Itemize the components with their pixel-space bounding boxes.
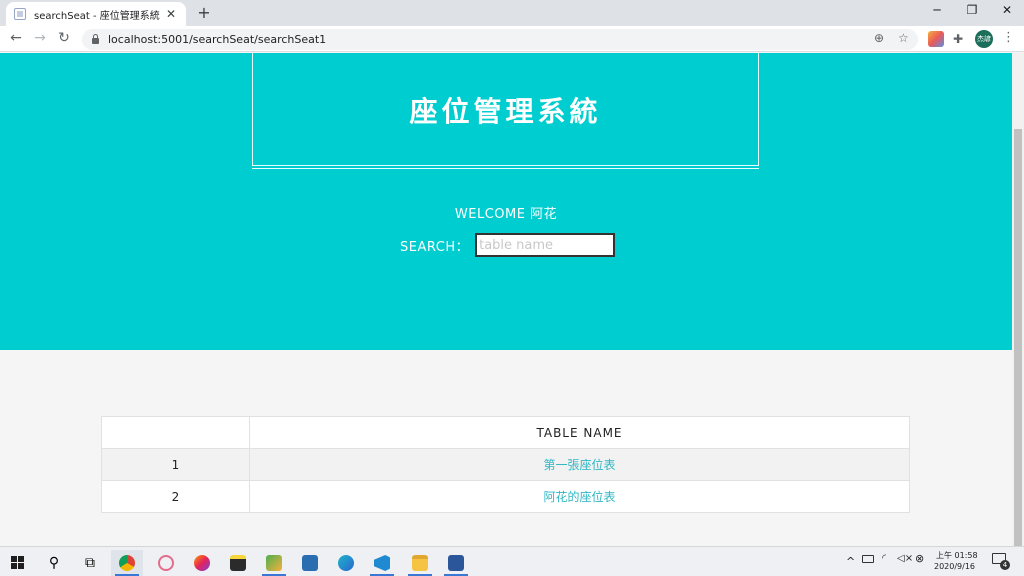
scrollbar-thumb[interactable] [1014,129,1022,559]
extensions-puzzle-icon[interactable]: ✚ [953,32,963,46]
bookmark-star-icon[interactable]: ☆ [898,31,909,45]
row-index: 2 [101,480,250,513]
extension-icon[interactable] [928,31,944,47]
sticky-notes-taskbar-icon[interactable] [222,550,254,576]
browser-tab[interactable]: searchSeat - 座位管理系統 ✕ [6,2,186,26]
reload-button[interactable]: ↻ [55,30,73,46]
windows-taskbar: ⚲ ⧉ ^ ◜ ◁× ⊗ 上午 01:58 2020/9/16 4 [0,546,1024,576]
forward-button[interactable]: → [31,30,49,46]
title-frame: 座位管理系統 [252,53,759,169]
tools-taskbar-icon[interactable] [258,550,290,576]
close-window-button[interactable]: ✕ [990,3,1024,17]
page-scrollbar[interactable] [1012,53,1024,559]
file-explorer-taskbar-icon[interactable] [404,550,436,576]
hero-header: 座位管理系統 WELCOME 阿花 SEARCH： [0,53,1012,350]
tray-overflow-icon[interactable]: ^ [846,555,855,568]
windows-logo-icon [11,556,24,569]
vscode-taskbar-icon[interactable] [366,550,398,576]
seat-tables-list: TABLE NAME 1 第一張座位表 2 阿花的座位表 [101,416,910,513]
chrome-taskbar-icon[interactable] [111,550,143,576]
tab-title: searchSeat - 座位管理系統 [34,10,160,22]
calculator-taskbar-icon[interactable] [294,550,326,576]
search-label: SEARCH： [400,239,470,255]
table-header-row: TABLE NAME [101,416,910,449]
clock-time[interactable]: 上午 01:58 [936,550,978,561]
minimize-button[interactable]: ─ [920,3,954,17]
search-row: SEARCH： [400,233,616,257]
url-text: localhost:5001/searchSeat/searchSeat1 [108,33,327,46]
firefox-taskbar-icon[interactable] [186,550,218,576]
snipping-tool-taskbar-icon[interactable] [150,550,182,576]
column-header-table-name: TABLE NAME [249,416,910,449]
profile-avatar[interactable]: 杰諺 [975,30,993,48]
edge-taskbar-icon[interactable] [330,550,362,576]
lock-icon [92,34,99,44]
search-icon[interactable]: ⚲ [38,550,70,576]
notification-count-badge: 4 [1000,560,1010,570]
row-index: 1 [101,448,250,481]
network-status-icon[interactable]: ⊗ [915,552,924,565]
back-button[interactable]: ← [7,30,25,46]
page-viewport: 座位管理系統 WELCOME 阿花 SEARCH： TABLE NAME 1 第… [0,53,1012,546]
restore-button[interactable]: ❐ [955,3,989,17]
battery-icon[interactable] [862,555,874,563]
welcome-text: WELCOME 阿花 [454,207,558,222]
table-name-link[interactable]: 阿花的座位表 [249,480,910,513]
word-taskbar-icon[interactable] [440,550,472,576]
start-button[interactable] [2,550,34,576]
page-favicon-icon [14,8,26,20]
task-view-icon[interactable]: ⧉ [74,550,106,576]
new-tab-button[interactable]: + [195,3,213,22]
browser-menu-icon[interactable]: ⋮ [1002,30,1015,45]
table-row[interactable]: 1 第一張座位表 [101,448,910,481]
volume-muted-icon[interactable]: ◁× [897,553,913,564]
column-header-index [101,416,250,449]
clock-date[interactable]: 2020/9/16 [934,562,975,571]
table-name-link[interactable]: 第一張座位表 [249,448,910,481]
tab-close-icon[interactable]: ✕ [164,7,178,21]
browser-tabbar: searchSeat - 座位管理系統 ✕ + ─ ❐ ✕ [0,0,1024,26]
zoom-icon[interactable]: ⊕ [874,31,884,45]
table-row[interactable]: 2 阿花的座位表 [101,480,910,513]
address-bar[interactable]: localhost:5001/searchSeat/searchSeat1 ⊕ … [82,29,918,50]
browser-toolbar: ← → ↻ localhost:5001/searchSeat/searchSe… [0,26,1024,52]
site-title: 座位管理系統 [409,95,602,128]
search-input[interactable] [475,233,616,257]
wifi-icon[interactable]: ◜ [882,553,886,564]
